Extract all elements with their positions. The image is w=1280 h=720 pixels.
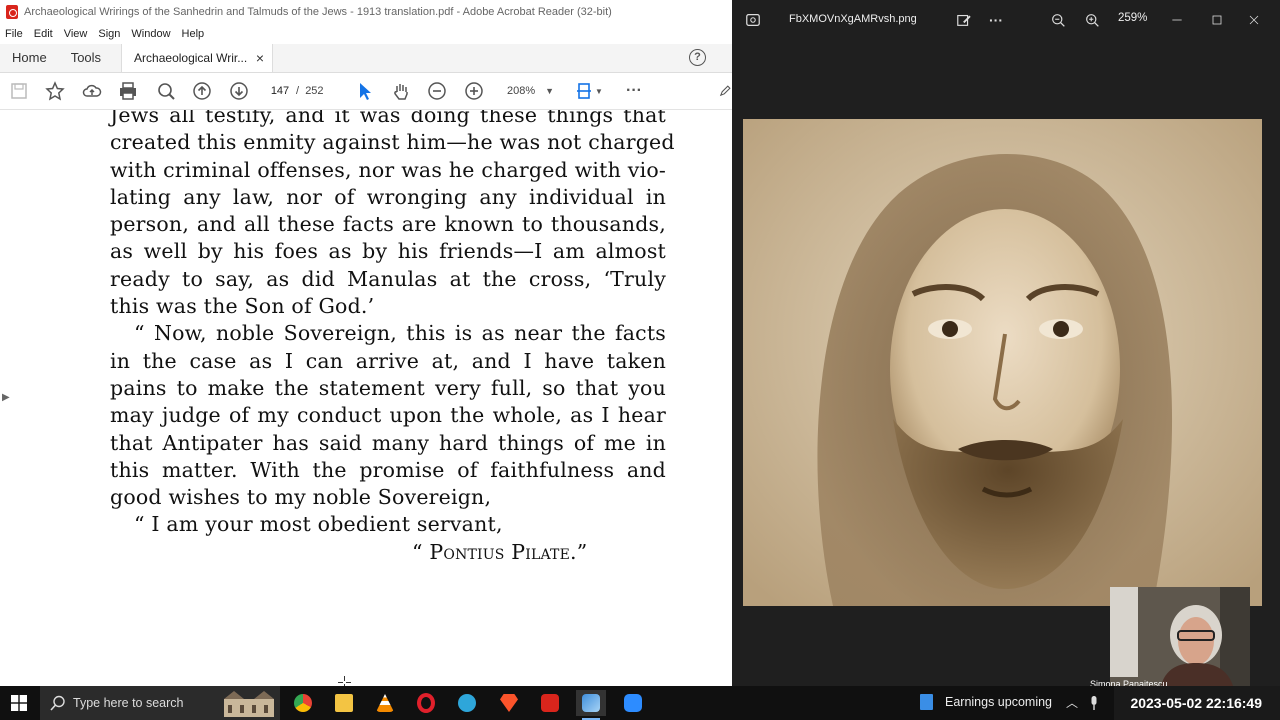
menu-edit[interactable]: Edit [29,28,59,40]
text-line: Jews all testify, and it was doing these… [110,110,666,127]
zoom-value: 208% [507,85,536,97]
text-line: this matter. With the promise of faithfu… [110,457,666,482]
search-icon [50,695,65,711]
pdf-page: Jews all testify, and it was doing these… [14,110,732,686]
search-highlight-icon [224,691,274,717]
page-count: 252 [305,85,324,97]
page-separator: / [296,85,300,97]
zoom-out-icon[interactable] [1049,11,1067,29]
menu-sign[interactable]: Sign [93,28,126,40]
zoom-out-icon[interactable] [426,80,448,102]
text-line: that Antipater has said many hard things… [110,430,666,455]
text-line: pains to make the statement very full, s… [110,375,666,400]
acrobat-toolbar: 147 / 252 208% ▼ ▼ ··· [0,73,732,110]
windows-taskbar: Type here to search Earnings upcoming ︿ … [0,686,1280,720]
text-line: good wishes to my noble Sovereign, [110,485,492,510]
next-page-icon[interactable] [228,80,250,102]
edit-image-icon[interactable] [955,11,973,29]
zoom-in-icon[interactable] [1083,11,1101,29]
news-text: Earnings upcoming [945,695,1053,709]
text-line: “ Now, noble Sovereign, this is as near … [134,321,666,346]
photo-zoom-level: 259% [1118,12,1148,24]
webcam-image [1110,587,1250,689]
close-icon[interactable] [1245,11,1263,29]
pdf-icon [6,5,18,19]
sepia-portrait-image [743,119,1262,606]
webcam-overlay [1110,587,1250,689]
minimize-icon[interactable] [1168,11,1186,29]
side-panel-toggle-icon[interactable]: ▶ [2,392,10,403]
zoom-taskbar-icon[interactable] [618,690,648,716]
chevron-up-icon[interactable]: ︿ [1066,694,1078,711]
taskbar-search-box[interactable]: Type here to search [40,686,280,720]
vlc-taskbar-icon[interactable] [370,690,400,716]
page-total: / 252 [296,82,324,100]
maximize-icon[interactable] [1208,11,1226,29]
tab-document-label: Archaeological Wrir... [134,51,248,65]
window-title: Archaeological Wrirings of the Sanhedrin… [24,6,612,18]
more-options-icon[interactable]: ··· [987,11,1005,29]
photo-file-name: FbXMOVnXgAMRvsh.png [789,13,917,25]
text-line: may judge of my conduct upon the whole, … [110,403,666,428]
menu-bar: File Edit View Sign Window Help [0,24,732,44]
zoom-select[interactable]: 208% ▼ [500,82,558,100]
news-widget[interactable]: Earnings upcoming [920,694,1052,710]
save-icon[interactable] [8,80,30,102]
acrobat-taskbar-icon[interactable] [535,690,565,716]
page-display-icon[interactable] [574,80,596,102]
windows-start-icon[interactable] [11,695,27,711]
zoom-in-icon[interactable] [463,80,485,102]
tab-bar: Home Tools Archaeological Wrir... × ? [0,44,732,73]
telegram-taskbar-icon[interactable] [452,690,482,716]
photos-window: FbXMOVnXgAMRvsh.png ··· 259% [732,0,1280,686]
menu-file[interactable]: File [0,28,29,40]
menu-help[interactable]: Help [177,28,211,40]
image-gallery-icon[interactable] [744,11,762,29]
help-icon[interactable]: ? [689,49,706,66]
search-placeholder: Type here to search [73,696,184,710]
crosshair-cursor-icon [338,676,351,686]
page-text: Jews all testify, and it was doing these… [110,110,675,566]
print-icon[interactable] [117,80,139,102]
find-zoom-icon[interactable] [155,80,177,102]
tab-home[interactable]: Home [0,44,59,72]
select-cursor-icon[interactable] [354,80,376,102]
photos-title-bar: FbXMOVnXgAMRvsh.png ··· 259% [732,0,1280,40]
text-line: ready to say, as did Manulas at the cros… [110,266,666,291]
signature-line: “ Pontius Pilate.” [412,539,588,564]
page-number-input[interactable]: 147 [262,82,298,100]
microphone-icon[interactable] [1090,696,1098,710]
text-line: “ I am your most obedient servant, [134,512,503,537]
chevron-down-icon[interactable]: ▼ [594,80,604,102]
menu-view[interactable]: View [59,28,94,40]
text-line: person, and all these facts are known to… [110,212,666,237]
acrobat-window: Archaeological Wrirings of the Sanhedrin… [0,0,732,686]
text-line: this was the Son of God.’ [110,294,375,319]
cloud-upload-icon[interactable] [81,80,103,102]
brave-taskbar-icon[interactable] [494,690,524,716]
close-tab-icon[interactable]: × [256,50,264,66]
text-line: lating any law, nor of wronging any indi… [110,184,666,209]
text-line: as well by his foes as by his friends—I … [110,239,666,264]
bookmark-star-icon[interactable] [44,80,66,102]
photos-taskbar-icon[interactable] [576,690,606,720]
previous-page-icon[interactable] [191,80,213,102]
more-tools-icon[interactable]: ··· [623,80,645,102]
tab-tools[interactable]: Tools [59,44,113,72]
system-clock[interactable]: 2023-05-02 22:16:49 [1114,686,1280,720]
opera-taskbar-icon[interactable] [411,690,441,716]
chrome-taskbar-icon[interactable] [288,690,318,716]
menu-window[interactable]: Window [126,28,176,40]
text-line: in the case as I can arrive at, and I ha… [110,348,666,373]
hand-tool-icon[interactable] [390,80,412,102]
displayed-image[interactable] [743,119,1262,606]
edit-pen-icon[interactable] [718,80,732,102]
news-document-icon [920,694,933,710]
chevron-down-icon: ▼ [545,86,554,96]
acrobat-title-bar: Archaeological Wrirings of the Sanhedrin… [0,0,732,24]
file-explorer-taskbar-icon[interactable] [329,690,359,716]
tab-document[interactable]: Archaeological Wrir... × [121,44,274,72]
text-line: with criminal offenses, nor was he charg… [110,157,666,182]
text-line: created this enmity against him—he was n… [110,130,675,155]
